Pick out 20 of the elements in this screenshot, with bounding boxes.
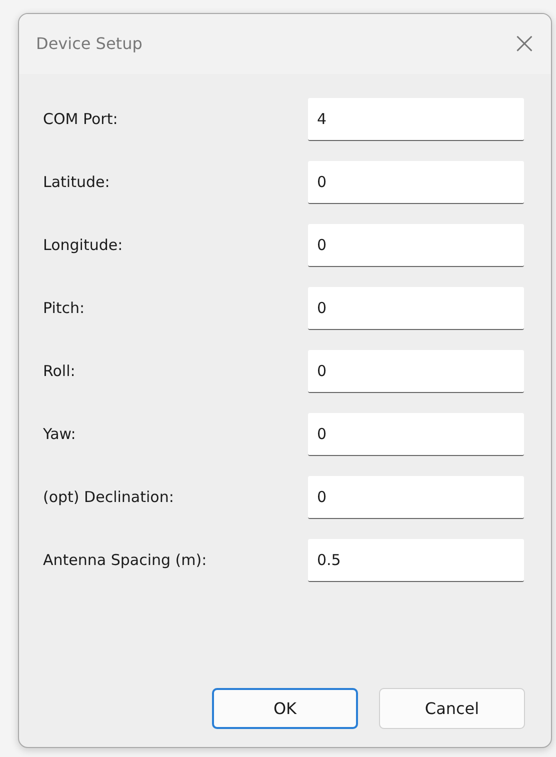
- close-button[interactable]: ×: [512, 29, 537, 59]
- input-field[interactable]: 0.5: [308, 539, 524, 582]
- input-field[interactable]: 0: [308, 413, 524, 456]
- field-label: COM Port:: [43, 109, 118, 130]
- input-field[interactable]: 0: [308, 161, 524, 204]
- dialog-button[interactable]: Cancel: [379, 688, 525, 729]
- window-title: Device Setup: [36, 33, 142, 55]
- input-field[interactable]: 0: [308, 287, 524, 330]
- dialog-button[interactable]: OK: [212, 688, 358, 729]
- field-label: (opt) Declination:: [43, 487, 174, 508]
- input-field[interactable]: 0: [308, 350, 524, 393]
- field-label: Longitude:: [43, 235, 123, 256]
- field-label: Yaw:: [43, 424, 76, 446]
- input-field[interactable]: 0: [308, 224, 524, 267]
- field-label: Antenna Spacing (m):: [43, 550, 207, 572]
- field-label: Roll:: [43, 361, 76, 382]
- input-field[interactable]: 4: [308, 98, 524, 141]
- field-label: Latitude:: [43, 172, 110, 194]
- input-field[interactable]: 0: [308, 476, 524, 519]
- field-label: Pitch:: [43, 298, 85, 320]
